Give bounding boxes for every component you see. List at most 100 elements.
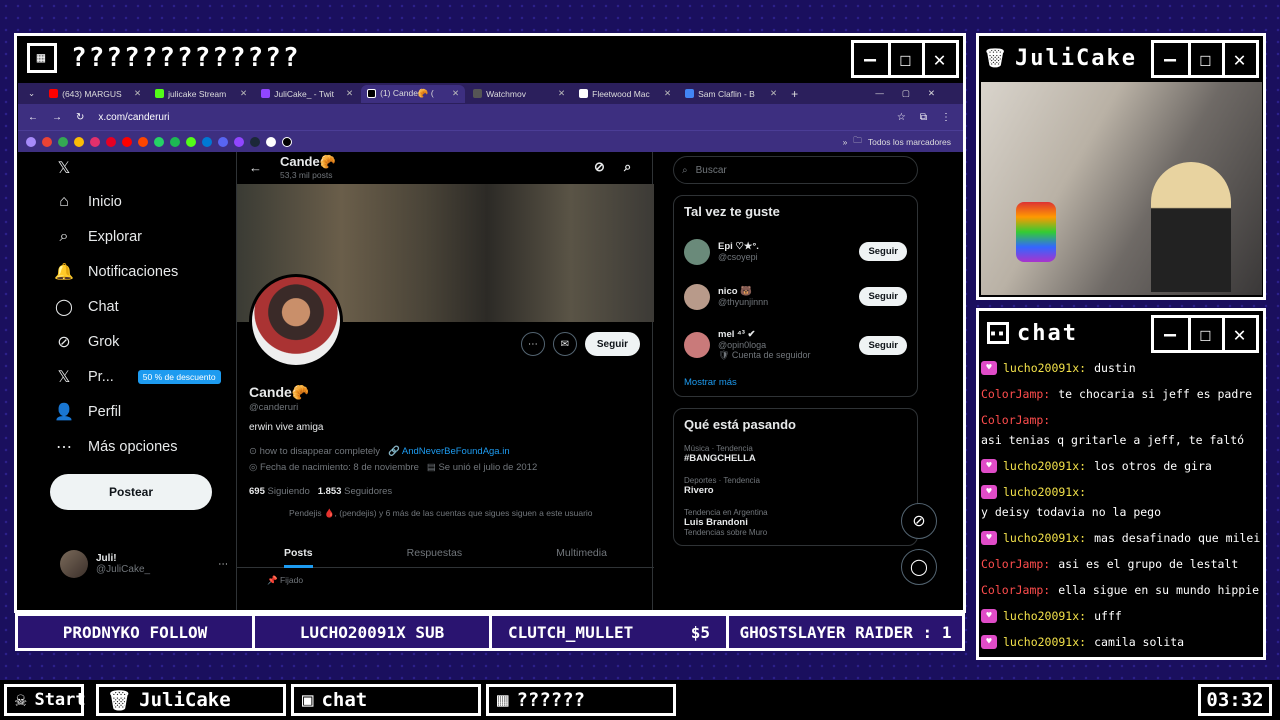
tab-media[interactable]: Multimedia <box>556 547 607 559</box>
follow-button[interactable]: Seguir <box>859 242 907 261</box>
maximize-icon[interactable]: ☐ <box>1188 318 1222 350</box>
nav-home[interactable]: ⌂ Inicio <box>54 184 234 219</box>
follow-button[interactable]: Seguir <box>584 332 640 356</box>
taskbar-item-browser[interactable]: ▦?????? <box>486 684 676 716</box>
browser-tab[interactable]: Fleetwood Mac ✕ <box>573 85 677 103</box>
follow-button[interactable]: Seguir <box>859 335 907 355</box>
nav-explore[interactable]: ⌕ Explorar <box>54 219 234 254</box>
search-icon[interactable]: ⌕ <box>624 159 631 175</box>
bookmark-icon[interactable] <box>106 136 116 147</box>
bookmark-icon[interactable] <box>250 136 260 147</box>
browser-tab[interactable]: JuliCake_ - Twit ✕ <box>255 85 359 103</box>
post-button[interactable]: Postear <box>50 474 212 510</box>
tab-replies[interactable]: Respuestas <box>407 547 462 559</box>
trend-item[interactable]: Música · Tendencia #BANGCHELLA <box>684 444 907 464</box>
main-window-titlebar[interactable]: ▦ ????????????? — ☐ ✕ <box>17 36 963 80</box>
suggestion-item[interactable]: nico 🐻 @thyunjinnn Seguir <box>684 274 907 319</box>
trend-item[interactable]: Tendencia en Argentina Luis Brandoni Tende… <box>684 508 907 537</box>
show-more-link[interactable]: Mostrar más <box>684 377 907 388</box>
nav-chat[interactable]: ◯ Chat <box>54 289 234 324</box>
back-icon[interactable]: ← <box>28 112 38 123</box>
reload-icon[interactable]: ↻ <box>76 112 84 123</box>
bookmark-icon[interactable] <box>170 136 180 147</box>
bookmark-icon[interactable] <box>26 136 36 147</box>
tab-close-icon[interactable]: ✕ <box>240 88 247 99</box>
minimize-icon[interactable]: — <box>1154 43 1188 75</box>
bookmark-icon[interactable] <box>138 136 148 147</box>
browser-tab[interactable]: julicake Stream ✕ <box>149 85 253 103</box>
bookmark-icon[interactable] <box>202 136 212 147</box>
tab-close-icon[interactable]: ✕ <box>134 88 141 99</box>
close-icon[interactable]: ✕ <box>922 43 956 75</box>
mutual-followers[interactable]: Pendejis 🩸, (pendejis) y 6 más de las cu… <box>249 508 593 519</box>
close-icon[interactable]: ✕ <box>1222 318 1256 350</box>
back-arrow-icon[interactable]: ← <box>249 160 262 175</box>
browser-tab[interactable]: Sam Claflin - B ✕ <box>679 85 783 103</box>
all-bookmarks-folder-icon[interactable]: 🗀 <box>853 135 862 149</box>
menu-icon[interactable]: ⋮ <box>941 112 963 123</box>
new-tab-icon[interactable]: + <box>785 87 804 101</box>
url-field[interactable]: x.com/canderuri <box>98 112 883 123</box>
trend-item[interactable]: Deportes · Tendencia Rivero <box>684 476 907 496</box>
bookmark-icon[interactable] <box>218 136 228 147</box>
profile-avatar[interactable] <box>249 274 343 368</box>
bookmark-icon[interactable] <box>266 136 276 147</box>
forward-icon[interactable]: → <box>52 112 62 123</box>
minimize-icon[interactable]: — <box>1154 318 1188 350</box>
close-icon[interactable]: ✕ <box>1222 43 1256 75</box>
favicon <box>579 89 589 98</box>
followers-link[interactable]: Seguidores <box>344 486 392 497</box>
more-icon[interactable]: ⋯ <box>520 332 545 356</box>
bookmark-icon[interactable] <box>282 136 292 147</box>
bookmark-icon[interactable] <box>74 136 84 147</box>
tab-posts[interactable]: Posts <box>284 547 313 568</box>
tab-close-icon[interactable]: ✕ <box>664 88 671 99</box>
nav-notifications[interactable]: 🔔 Notificaciones <box>54 254 234 289</box>
profile-header: ← Cande🥐 53,3 mil posts ⊘ ⌕ <box>249 154 631 180</box>
follow-button[interactable]: Seguir <box>859 287 907 306</box>
tab-close-icon[interactable]: ✕ <box>346 88 353 99</box>
profile-link[interactable]: AndNeverBeFoundAga.in <box>402 446 510 457</box>
nav-profile[interactable]: 👤 Perfil <box>54 394 234 429</box>
more-bookmarks-icon[interactable]: » <box>843 137 848 147</box>
tab-search-icon[interactable]: ⌄ <box>22 88 41 99</box>
nav-grok[interactable]: ⊘ Grok <box>54 324 234 359</box>
bookmark-icon[interactable] <box>186 136 196 147</box>
bookmark-icon[interactable] <box>42 136 52 147</box>
bookmark-icon[interactable] <box>122 136 132 147</box>
message-icon[interactable]: ✉ <box>552 332 577 356</box>
nav-more[interactable]: ⋯ Más opciones <box>54 429 234 464</box>
x-logo[interactable]: 𝕏 <box>54 152 234 184</box>
suggestion-item[interactable]: Epi ♡★°. @csoyepi Seguir <box>684 229 907 274</box>
tab-close-icon[interactable]: ✕ <box>770 88 777 99</box>
start-button[interactable]: ☠ Start <box>4 684 86 716</box>
bookmark-star-icon[interactable]: ☆ <box>897 112 906 123</box>
browser-tab[interactable]: (643) MARGUS ✕ <box>43 85 147 103</box>
all-bookmarks-label[interactable]: Todos los marcadores <box>868 137 963 147</box>
following-link[interactable]: Siguiendo <box>268 486 310 497</box>
minimize-icon[interactable]: — <box>854 43 888 75</box>
webcam-person <box>1151 162 1231 292</box>
bookmark-icon[interactable] <box>234 136 244 147</box>
nav-premium[interactable]: 𝕏 Pr... 50 % de descuento <box>54 359 234 394</box>
tab-close-icon[interactable]: ✕ <box>558 88 565 99</box>
maximize-icon[interactable]: ☐ <box>888 43 922 75</box>
bookmark-icon[interactable] <box>90 136 100 147</box>
tab-close-icon[interactable]: ✕ <box>452 88 459 99</box>
chat-window-titlebar[interactable]: ▪▪ chat — ☐ ✕ <box>979 311 1263 355</box>
browser-tab-active[interactable]: (1) Cande🥐 (✕ <box>361 84 466 103</box>
account-switcher[interactable]: Juli! @JuliCake_ ⋯ <box>60 550 228 578</box>
bookmark-icon[interactable] <box>58 136 68 147</box>
chat-fab-icon[interactable]: ◯ <box>901 549 937 585</box>
taskbar-item-julicake[interactable]: 🗑 JuliCake <box>96 684 286 716</box>
taskbar-item-chat[interactable]: ▣ chat <box>291 684 481 716</box>
suggestion-item[interactable]: mel ⁴³ ✔ @opin0loga 🛡 Cuenta de seguidor S… <box>684 319 907 371</box>
grok-fab-icon[interactable]: ⊘ <box>901 503 937 539</box>
maximize-icon[interactable]: ☐ <box>1188 43 1222 75</box>
browser-tab[interactable]: Watchmov ✕ <box>467 85 571 103</box>
search-input[interactable]: ⌕ Buscar <box>673 156 918 184</box>
cam-window-titlebar[interactable]: 🗑 JuliCake — ☐ ✕ <box>979 36 1263 80</box>
bookmark-icon[interactable] <box>154 136 164 147</box>
extensions-icon[interactable]: ⧉ <box>920 112 927 123</box>
grok-icon[interactable]: ⊘ <box>594 159 605 175</box>
